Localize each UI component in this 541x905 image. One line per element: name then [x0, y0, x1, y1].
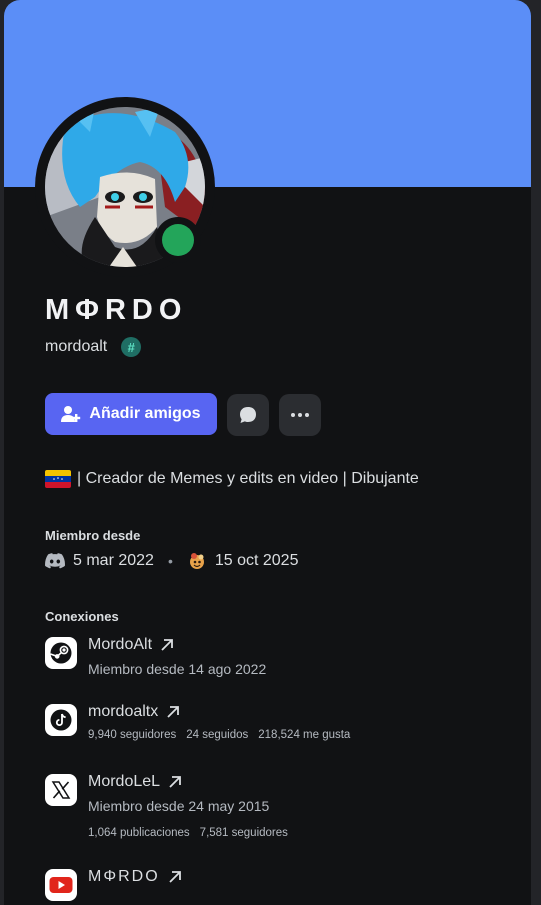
- following-stat: 24 seguidos: [186, 729, 249, 741]
- bio: | Creador de Memes y edits en video | Di…: [45, 470, 419, 488]
- message-button[interactable]: [227, 394, 269, 436]
- connection-subtitle: Miembro desde 14 ago 2022: [88, 661, 267, 677]
- chat-bubble-icon: [240, 407, 256, 423]
- likes-stat: 218,524 me gusta: [258, 729, 351, 741]
- connection-name[interactable]: MordoAlt: [88, 636, 152, 654]
- more-options-button[interactable]: [279, 394, 321, 436]
- discord-icon: [45, 553, 65, 569]
- member-since-row: 5 mar 2022 • 15 oct 2025: [45, 551, 298, 571]
- connection-subtitle: Miembro desde 24 may 2015: [88, 798, 270, 814]
- display-name: MΦRDO: [45, 294, 188, 326]
- connection-name[interactable]: mordoaltx: [88, 703, 158, 721]
- connection-tiktok[interactable]: mordoaltx 9,940 seguidores 24 seguidos 2…: [45, 703, 350, 741]
- discord-member-date: 5 mar 2022: [73, 552, 154, 569]
- server-member-date: 15 oct 2025: [214, 552, 299, 569]
- external-link-icon[interactable]: [168, 870, 182, 884]
- avatar-container[interactable]: [35, 97, 215, 277]
- followers-stat: 7,581 seguidores: [199, 827, 288, 839]
- x-logo-icon: [45, 774, 77, 806]
- add-friend-button[interactable]: Añadir amigos: [45, 393, 217, 435]
- online-status-icon: [162, 224, 194, 256]
- profile-card: MΦRDO mordoalt # Añadir amigos | Creador…: [4, 0, 531, 905]
- separator-dot: •: [167, 553, 173, 569]
- followers-stat: 9,940 seguidores: [88, 729, 177, 741]
- external-link-icon[interactable]: [160, 638, 174, 652]
- connections-title: Conexiones: [45, 609, 119, 624]
- youtube-icon: [45, 869, 77, 901]
- server-tag-icon[interactable]: #: [121, 337, 142, 357]
- external-link-icon[interactable]: [168, 775, 182, 789]
- connection-stats: 9,940 seguidores 24 seguidos 218,524 me …: [88, 729, 350, 741]
- username: mordoalt: [45, 338, 108, 355]
- add-friend-icon: [61, 406, 81, 422]
- connection-steam[interactable]: MordoAlt Miembro desde 14 ago 2022: [45, 636, 267, 677]
- add-friend-label: Añadir amigos: [89, 405, 201, 422]
- steam-icon: [45, 637, 77, 669]
- username-row: mordoalt #: [45, 337, 142, 357]
- tiktok-icon: [45, 704, 77, 736]
- venezuela-flag-icon: [45, 470, 71, 488]
- bio-text: | Creador de Memes y edits en video | Di…: [77, 470, 419, 487]
- posts-stat: 1,064 publicaciones: [88, 827, 190, 839]
- connection-name[interactable]: MΦRDO: [88, 868, 160, 886]
- external-link-icon[interactable]: [166, 705, 180, 719]
- connection-youtube[interactable]: MΦRDO: [45, 868, 182, 901]
- ellipsis-icon: [291, 413, 309, 417]
- connection-stats: 1,064 publicaciones 7,581 seguidores: [88, 827, 288, 839]
- member-since-title: Miembro desde: [45, 528, 141, 543]
- server-icon[interactable]: [187, 551, 207, 571]
- connection-x[interactable]: MordoLeL Miembro desde 24 may 2015 1,064…: [45, 773, 288, 839]
- connection-name[interactable]: MordoLeL: [88, 773, 160, 791]
